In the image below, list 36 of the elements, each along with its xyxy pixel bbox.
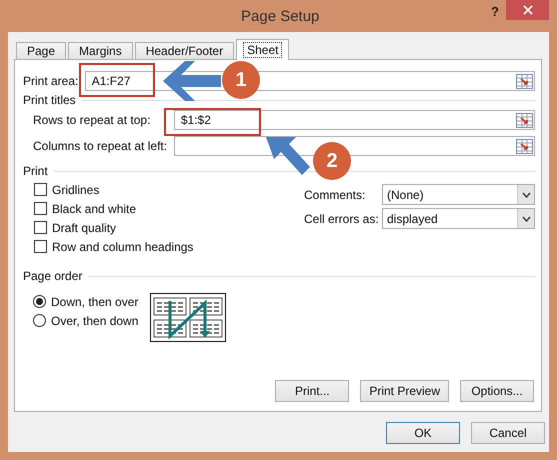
radio-button[interactable]: Down, then over xyxy=(33,295,150,308)
section-heading: Print titles xyxy=(23,93,76,107)
dialog-button[interactable]: OK xyxy=(386,422,460,444)
dialog-button[interactable]: Print Preview xyxy=(360,380,449,402)
help-button[interactable]: ? xyxy=(491,4,499,19)
input-field[interactable]: $1:$2 xyxy=(174,110,535,130)
caret-icon xyxy=(522,216,530,222)
checkbox[interactable]: Black and white xyxy=(34,202,194,215)
dialog-button[interactable]: Options... xyxy=(460,380,534,402)
field-label: Rows to repeat at top: xyxy=(32,113,152,127)
dialog-button[interactable]: Cancel xyxy=(471,422,545,444)
range-select-icon[interactable] xyxy=(516,74,533,88)
close-icon xyxy=(522,5,532,15)
field-label: Columns to repeat at left: xyxy=(32,139,168,153)
checkbox[interactable]: Row and column headings xyxy=(34,240,194,253)
field-label: Comments: xyxy=(304,188,366,202)
radio-button[interactable]: Over, then down xyxy=(33,314,150,327)
checkbox[interactable]: Gridlines xyxy=(34,183,194,196)
arrow-icon xyxy=(163,61,221,101)
checkbox[interactable]: Draft quality xyxy=(34,221,194,234)
window-title: Page Setup xyxy=(241,8,320,24)
tab[interactable]: Margins xyxy=(68,42,133,59)
close-button[interactable] xyxy=(506,0,549,20)
tab[interactable]: Header/Footer xyxy=(134,42,234,59)
field-label: Cell errors as: xyxy=(304,212,380,226)
dialog-button[interactable]: Print... xyxy=(275,380,350,402)
range-select-icon[interactable] xyxy=(516,138,533,154)
field-label: Print area: xyxy=(23,74,80,88)
section-heading: Print xyxy=(23,164,48,178)
tab[interactable]: Page xyxy=(16,42,66,59)
tab[interactable]: Sheet xyxy=(236,39,290,60)
range-select-icon[interactable] xyxy=(516,112,533,128)
dropdown[interactable]: displayed xyxy=(382,208,535,229)
caret-icon xyxy=(522,192,530,198)
dropdown[interactable]: (None) xyxy=(382,184,535,205)
section-heading: Page order xyxy=(23,269,82,283)
